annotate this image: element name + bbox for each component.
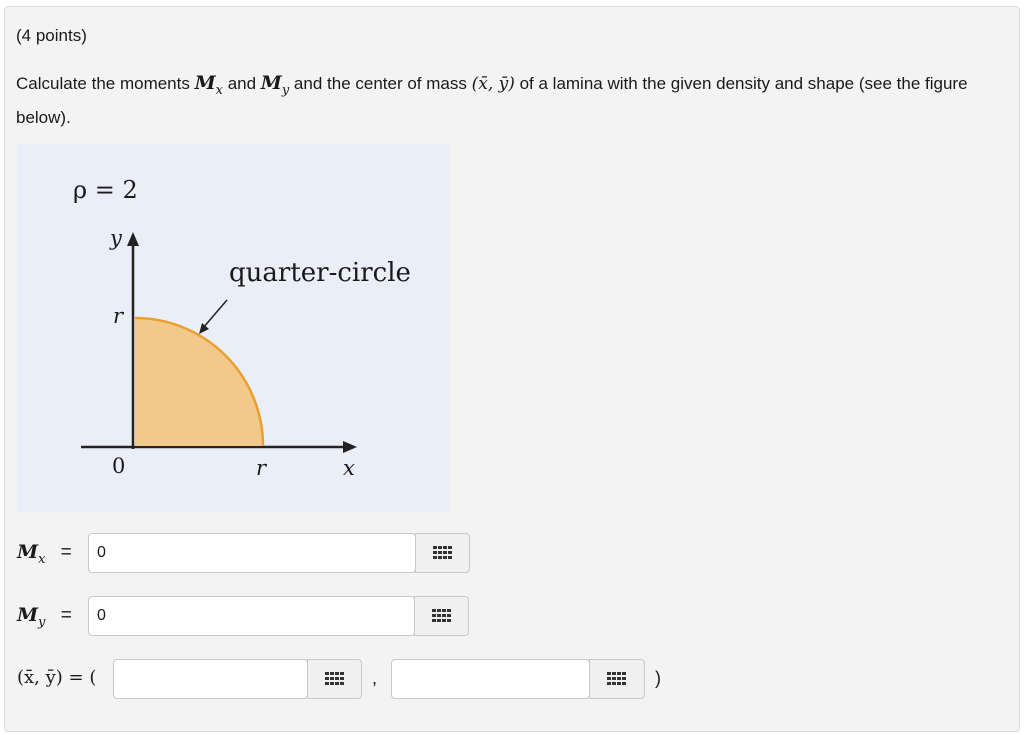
grid-icon bbox=[607, 672, 626, 685]
quarter-circle-shape bbox=[135, 318, 263, 446]
question-part2: and bbox=[222, 74, 261, 93]
points-label: (4 points) bbox=[16, 26, 87, 45]
com-close-paren: ) bbox=[655, 668, 661, 688]
mx-label: Mx = bbox=[17, 541, 72, 567]
r-left-label: r bbox=[113, 304, 124, 328]
annotation-arrow bbox=[202, 299, 228, 329]
y-axis-arrow bbox=[127, 232, 139, 246]
annotation-arrowhead bbox=[199, 323, 209, 334]
com-y-input[interactable] bbox=[391, 659, 590, 699]
origin-label: 0 bbox=[112, 454, 126, 478]
quarter-circle-label: quarter-circle bbox=[229, 258, 411, 288]
question-part3: and the center of mass bbox=[289, 74, 472, 93]
grid-icon bbox=[324, 672, 344, 685]
my-input[interactable]: 0 bbox=[88, 596, 415, 636]
x-axis-label: x bbox=[343, 456, 355, 480]
grid-icon bbox=[431, 609, 451, 622]
com-label: (x̄, ȳ) = ( bbox=[17, 667, 97, 688]
com-y-grid-button[interactable] bbox=[589, 659, 645, 699]
com-x-grid-button[interactable] bbox=[307, 659, 362, 699]
r-bottom-label: r bbox=[256, 456, 267, 480]
question-part1: Calculate the moments bbox=[16, 74, 195, 93]
my-label: My = bbox=[17, 604, 72, 630]
my-symbol: My bbox=[260, 72, 290, 98]
mx-grid-button[interactable] bbox=[415, 533, 470, 573]
my-grid-button[interactable] bbox=[414, 596, 469, 636]
density-label: ρ = 2 bbox=[73, 176, 138, 204]
mx-symbol: Mx bbox=[194, 72, 223, 98]
mx-input[interactable]: 0 bbox=[88, 533, 416, 573]
com-symbol: (x̄, ȳ) bbox=[471, 74, 515, 94]
question-text: Calculate the moments Mx and My and the … bbox=[16, 70, 996, 131]
quarter-circle-figure: ρ = 2 y quarter-circle r 0 r x bbox=[17, 144, 449, 512]
x-axis-arrow bbox=[343, 441, 357, 453]
y-axis-label: y bbox=[110, 226, 122, 250]
com-x-input[interactable] bbox=[113, 659, 308, 699]
grid-icon bbox=[432, 546, 452, 559]
com-comma: , bbox=[372, 668, 378, 688]
